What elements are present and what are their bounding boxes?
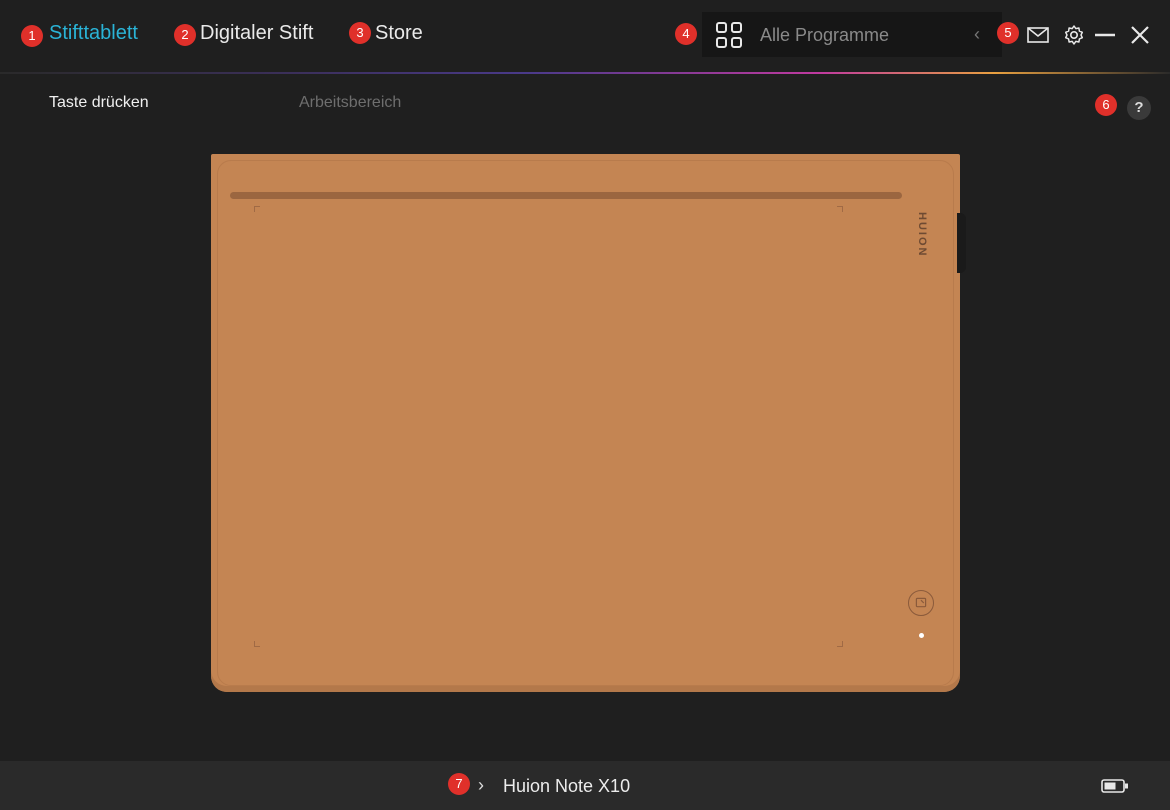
annotation-badge-5: 5 — [997, 22, 1019, 44]
tablet-button-icon — [908, 590, 934, 616]
tablet-preview: HUION — [211, 154, 960, 692]
tab-store[interactable]: Store — [375, 22, 423, 45]
corner-mark — [254, 206, 260, 212]
corner-mark — [837, 641, 843, 647]
help-icon[interactable]: ? — [1127, 96, 1151, 120]
annotation-badge-7: 7 — [448, 773, 470, 795]
mail-icon[interactable] — [1027, 24, 1049, 46]
status-led — [919, 633, 924, 638]
subtab-arbeitsbereich[interactable]: Arbeitsbereich — [299, 94, 401, 112]
program-selector[interactable]: Alle Programme ‹ — [702, 12, 1002, 57]
annotation-badge-2: 2 — [174, 24, 196, 46]
tablet-brand: HUION — [916, 212, 928, 258]
grid-icon — [716, 22, 742, 48]
minimize-icon[interactable] — [1094, 24, 1116, 46]
tab-stifttablett[interactable]: Stifttablett — [49, 22, 138, 45]
close-icon[interactable] — [1129, 24, 1151, 46]
chevron-right-icon[interactable]: › — [478, 775, 484, 796]
tab-digitaler-stift[interactable]: Digitaler Stift — [200, 22, 313, 45]
subtab-taste-druecken[interactable]: Taste drücken — [49, 94, 149, 112]
annotation-badge-1: 1 — [21, 25, 43, 47]
program-label: Alle Programme — [760, 25, 890, 45]
top-bar: 1 Stifttablett 2 Digitaler Stift 3 Store… — [0, 0, 1170, 72]
corner-mark — [254, 641, 260, 647]
chevron-left-icon[interactable]: ‹ — [974, 24, 980, 45]
header-divider — [0, 72, 1170, 74]
annotation-badge-4: 4 — [675, 23, 697, 45]
annotation-badge-6: 6 — [1095, 94, 1117, 116]
tablet-surface — [217, 160, 954, 686]
tablet-groove — [230, 192, 902, 199]
corner-mark — [837, 206, 843, 212]
tablet-side-connector — [957, 213, 966, 273]
bottom-bar: 7 › Huion Note X10 — [0, 761, 1170, 810]
device-name[interactable]: Huion Note X10 — [503, 776, 630, 797]
annotation-badge-3: 3 — [349, 22, 371, 44]
gear-icon[interactable] — [1063, 24, 1085, 46]
battery-icon — [1101, 779, 1128, 793]
